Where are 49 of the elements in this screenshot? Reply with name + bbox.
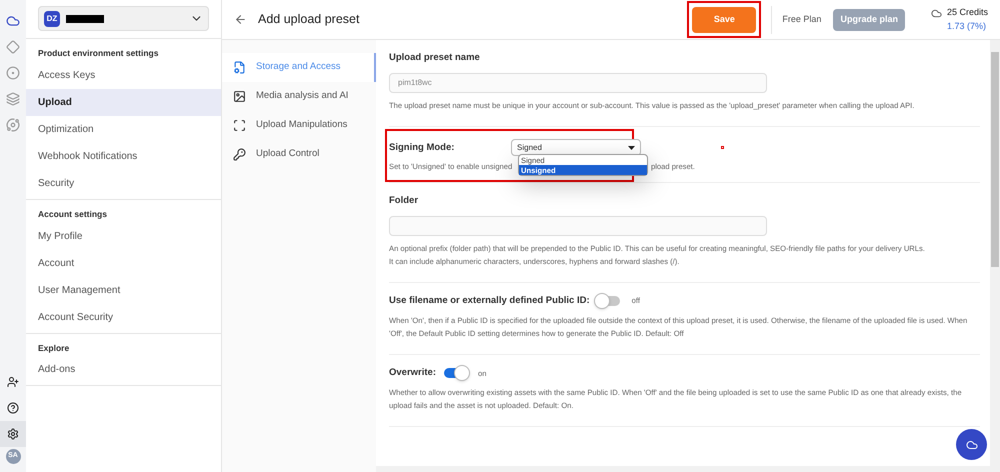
vertical-scrollbar[interactable] (990, 40, 1000, 466)
section-heading: Account settings (37, 208, 108, 220)
field-label: Upload preset name (389, 51, 481, 65)
frame-icon (233, 119, 246, 132)
section-heading: Product environment settings (37, 47, 160, 60)
sidebar-item[interactable]: Webhook Notifications (26, 142, 221, 170)
section-tab[interactable]: Upload Manipulations (222, 111, 376, 140)
credits-count: 25 Credits (946, 6, 988, 19)
sidebar-item[interactable]: Security (26, 170, 221, 197)
image-icon (233, 90, 246, 103)
section-tab[interactable]: Upload Control (222, 140, 376, 169)
credits-usage[interactable]: 1.73 (7%) (946, 20, 988, 33)
sidebar-item[interactable]: Upload (26, 88, 221, 116)
page-title: Add upload preset (258, 11, 360, 28)
sidebar-item[interactable]: Add-ons (26, 356, 221, 384)
field-label: Signing Mode: (389, 140, 456, 155)
plan-label: Free Plan (782, 12, 822, 26)
diamond-icon[interactable] (6, 40, 20, 54)
cloud-icon[interactable] (6, 14, 20, 28)
field-label: Overwrite: (389, 366, 436, 380)
field-label: Use filename or externally defined Public ID: (389, 294, 590, 308)
back-arrow-icon[interactable] (234, 13, 247, 26)
help-icon (7, 402, 19, 414)
account-badge: DZ (44, 10, 60, 26)
cloud-icon (930, 8, 942, 19)
key-icon (233, 148, 246, 161)
sidebar-item[interactable]: Account (26, 250, 221, 276)
cloud-icon (966, 438, 978, 450)
planet-icon[interactable] (6, 118, 20, 132)
redaction-bar (66, 14, 104, 22)
sidebar-item[interactable]: Account Security (26, 304, 221, 330)
section-tab[interactable]: Media analysis and AI (222, 82, 376, 111)
sidebar-item[interactable]: Optimization (26, 116, 221, 143)
text-field[interactable] (389, 216, 767, 236)
file-icon (233, 61, 246, 74)
field-label: Folder (389, 194, 420, 208)
stack-icon[interactable] (6, 92, 20, 106)
section-heading: Explore (37, 342, 70, 354)
sidebar-item[interactable]: My Profile (26, 222, 221, 250)
rings-icon[interactable] (6, 66, 20, 80)
sidebar-item[interactable]: User Management (26, 276, 221, 304)
sidebar-item[interactable]: Access Keys (26, 62, 221, 89)
dropdown-arrow-icon (628, 146, 635, 150)
settings-button[interactable] (0, 421, 26, 447)
marker-icon (721, 146, 724, 150)
add-user-icon (7, 376, 19, 388)
account-selector[interactable]: DZ (38, 6, 209, 31)
help-chat-button[interactable] (956, 429, 987, 460)
settings-icon (7, 428, 19, 440)
